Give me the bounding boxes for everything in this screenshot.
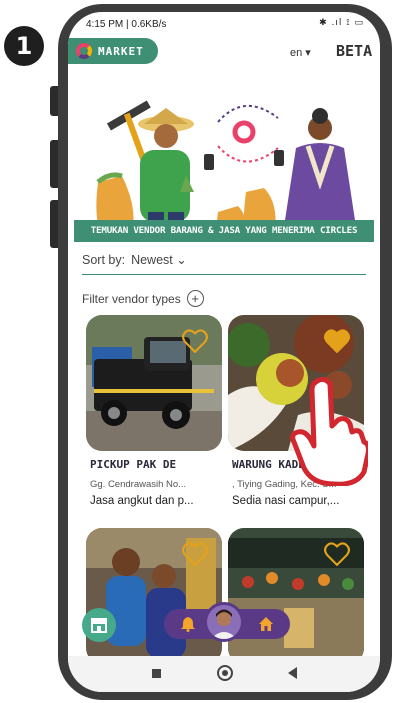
status-bar: 4:15 PM | 0.6KB/s ✱ .ıl ⟟ ▭	[68, 12, 380, 34]
app-name: MARKET	[98, 44, 144, 58]
vendor-card[interactable]: PICKUP PAK DE Gg. Cendrawasih No... Jasa…	[86, 315, 222, 507]
store-button[interactable]	[82, 608, 116, 642]
vendor-image	[228, 528, 364, 664]
market-logo-icon	[76, 43, 92, 59]
status-system-icons: ✱ .ıl ⟟ ▭	[319, 18, 364, 28]
sort-value: Newest	[131, 253, 173, 267]
pointing-hand-icon	[290, 376, 368, 486]
system-nav-bar	[68, 656, 380, 692]
filter-label: Filter vendor types	[82, 291, 181, 306]
heart-icon[interactable]	[324, 329, 350, 353]
sort-underline	[82, 274, 366, 275]
side-button-top	[50, 86, 58, 116]
status-time: 4:15 PM | 0.6KB/s	[86, 19, 167, 30]
sort-label: Sort by:	[82, 253, 126, 267]
avatar[interactable]	[204, 602, 244, 642]
chevron-down-icon: ⌄	[176, 253, 187, 267]
home-icon[interactable]	[258, 616, 274, 632]
vendor-card[interactable]	[86, 528, 222, 664]
circles-logo-icon	[232, 120, 256, 144]
hero-illustration	[96, 100, 358, 240]
step-badge: 1	[4, 26, 44, 66]
bell-icon[interactable]	[180, 616, 196, 632]
recents-button[interactable]	[152, 669, 161, 678]
vendor-address: Gg. Cendrawasih No...	[90, 479, 187, 490]
side-button-low	[50, 200, 58, 248]
step-number: 1	[15, 32, 33, 60]
back-button[interactable]	[288, 667, 297, 679]
vendor-description: Sedia nasi campur,...	[232, 495, 340, 507]
heart-icon[interactable]	[324, 542, 350, 566]
vendor-name: PICKUP PAK DE	[90, 458, 177, 471]
hero-banner: TEMUKAN VENDOR BARANG & JASA YANG MENERI…	[74, 220, 374, 242]
add-filter-icon[interactable]: +	[186, 290, 204, 307]
vendor-description: Jasa angkut dan p...	[90, 495, 194, 507]
store-icon	[91, 618, 107, 633]
language-selector[interactable]: en ▾	[290, 46, 311, 59]
vendor-image	[86, 528, 222, 664]
heart-icon[interactable]	[182, 542, 208, 566]
home-nav-button[interactable]	[217, 665, 233, 681]
beta-label: BETA	[336, 42, 373, 60]
vendor-card[interactable]	[228, 528, 364, 664]
vendor-image	[86, 315, 222, 451]
heart-icon[interactable]	[182, 329, 208, 353]
phone-screen: 4:15 PM | 0.6KB/s ✱ .ıl ⟟ ▭ MARKET en ▾ …	[68, 12, 380, 692]
sort-selector[interactable]: Sort by: Newest ⌄	[82, 252, 187, 267]
filter-row: Filter vendor types +	[82, 290, 204, 307]
side-button-mid	[50, 140, 58, 188]
